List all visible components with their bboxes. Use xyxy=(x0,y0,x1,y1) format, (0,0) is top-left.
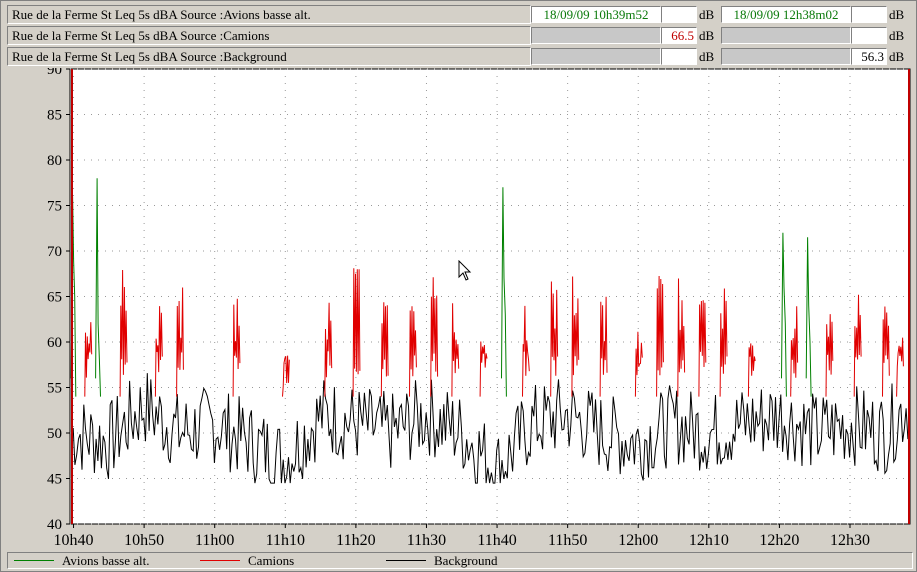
camions-time-blank xyxy=(531,27,661,44)
camions-time2-blank xyxy=(721,27,851,44)
x-tick-label: 11h20 xyxy=(336,532,375,549)
camions-value2-blank xyxy=(851,27,887,44)
y-tick-label: 80 xyxy=(47,153,62,169)
x-tick-label: 11h00 xyxy=(195,532,234,549)
y-tick-label: 90 xyxy=(47,68,62,78)
y-tick-label: 75 xyxy=(47,199,62,215)
x-tick-label: 11h10 xyxy=(266,532,305,549)
background-time-blank xyxy=(531,48,661,65)
background-value: 56.3 xyxy=(851,48,887,65)
legend-swatch-camions xyxy=(200,560,240,561)
y-tick-label: 65 xyxy=(47,290,62,306)
header-row-avions: Rue de la Ferme St Leq 5s dBA Source :Av… xyxy=(7,5,913,24)
avions-start-time: 18/09/09 10h39m52 xyxy=(531,6,661,23)
y-tick-label: 40 xyxy=(47,517,62,533)
header-row-background: Rue de la Ferme St Leq 5s dBA Source :Ba… xyxy=(7,47,913,66)
legend-label-camions: Camions xyxy=(248,553,295,568)
y-tick-label: 85 xyxy=(47,108,62,124)
y-tick-label: 60 xyxy=(47,335,62,351)
legend: Avions basse alt. Camions Background xyxy=(7,552,913,569)
x-tick-label: 12h00 xyxy=(618,532,658,549)
legend-label-avions: Avions basse alt. xyxy=(62,553,150,568)
noise-level-chart: 40 45 50 55 60 65 70 75 80 85 90 10h40 10h50 11h00 11… xyxy=(6,68,912,550)
mouse-pointer-icon xyxy=(458,260,472,281)
x-tick-label: 10h50 xyxy=(124,532,164,549)
legend-label-background: Background xyxy=(434,553,498,568)
legend-swatch-background xyxy=(386,560,426,561)
camions-value: 66.5 xyxy=(661,27,697,44)
background-value-blank xyxy=(661,48,697,65)
avions-end-time: 18/09/09 12h38m02 xyxy=(721,6,851,23)
x-tick-label: 12h30 xyxy=(830,532,870,549)
chart-window: Rue de la Ferme St Leq 5s dBA Source :Av… xyxy=(0,0,917,572)
y-tick-label: 45 xyxy=(47,472,62,488)
y-tick-label: 70 xyxy=(47,244,62,260)
header-label-camions: Rue de la Ferme St Leq 5s dBA Source :Ca… xyxy=(7,26,531,45)
y-tick-label: 50 xyxy=(47,426,62,442)
background-time2-blank xyxy=(721,48,851,65)
camions-unit-2: dB xyxy=(889,28,905,43)
background-unit-2: dB xyxy=(889,49,905,64)
y-tick-label: 55 xyxy=(47,381,62,397)
header-label-avions: Rue de la Ferme St Leq 5s dBA Source :Av… xyxy=(7,5,531,24)
header-label-background: Rue de la Ferme St Leq 5s dBA Source :Ba… xyxy=(7,47,531,66)
legend-swatch-avions xyxy=(14,560,54,561)
x-tick-label: 11h40 xyxy=(477,532,516,549)
avions-value-blank xyxy=(661,6,697,23)
background-unit-1: dB xyxy=(699,49,715,64)
x-tick-label: 12h10 xyxy=(689,532,729,549)
camions-unit-1: dB xyxy=(699,28,715,43)
header-row-camions: Rue de la Ferme St Leq 5s dBA Source :Ca… xyxy=(7,26,913,45)
x-tick-label: 12h20 xyxy=(759,532,799,549)
x-tick-label: 11h30 xyxy=(407,532,446,549)
x-tick-label: 11h50 xyxy=(548,532,587,549)
avions-value2-blank xyxy=(851,6,887,23)
x-tick-label: 10h40 xyxy=(54,532,94,549)
avions-unit-1: dB xyxy=(699,7,715,22)
avions-unit-2: dB xyxy=(889,7,905,22)
